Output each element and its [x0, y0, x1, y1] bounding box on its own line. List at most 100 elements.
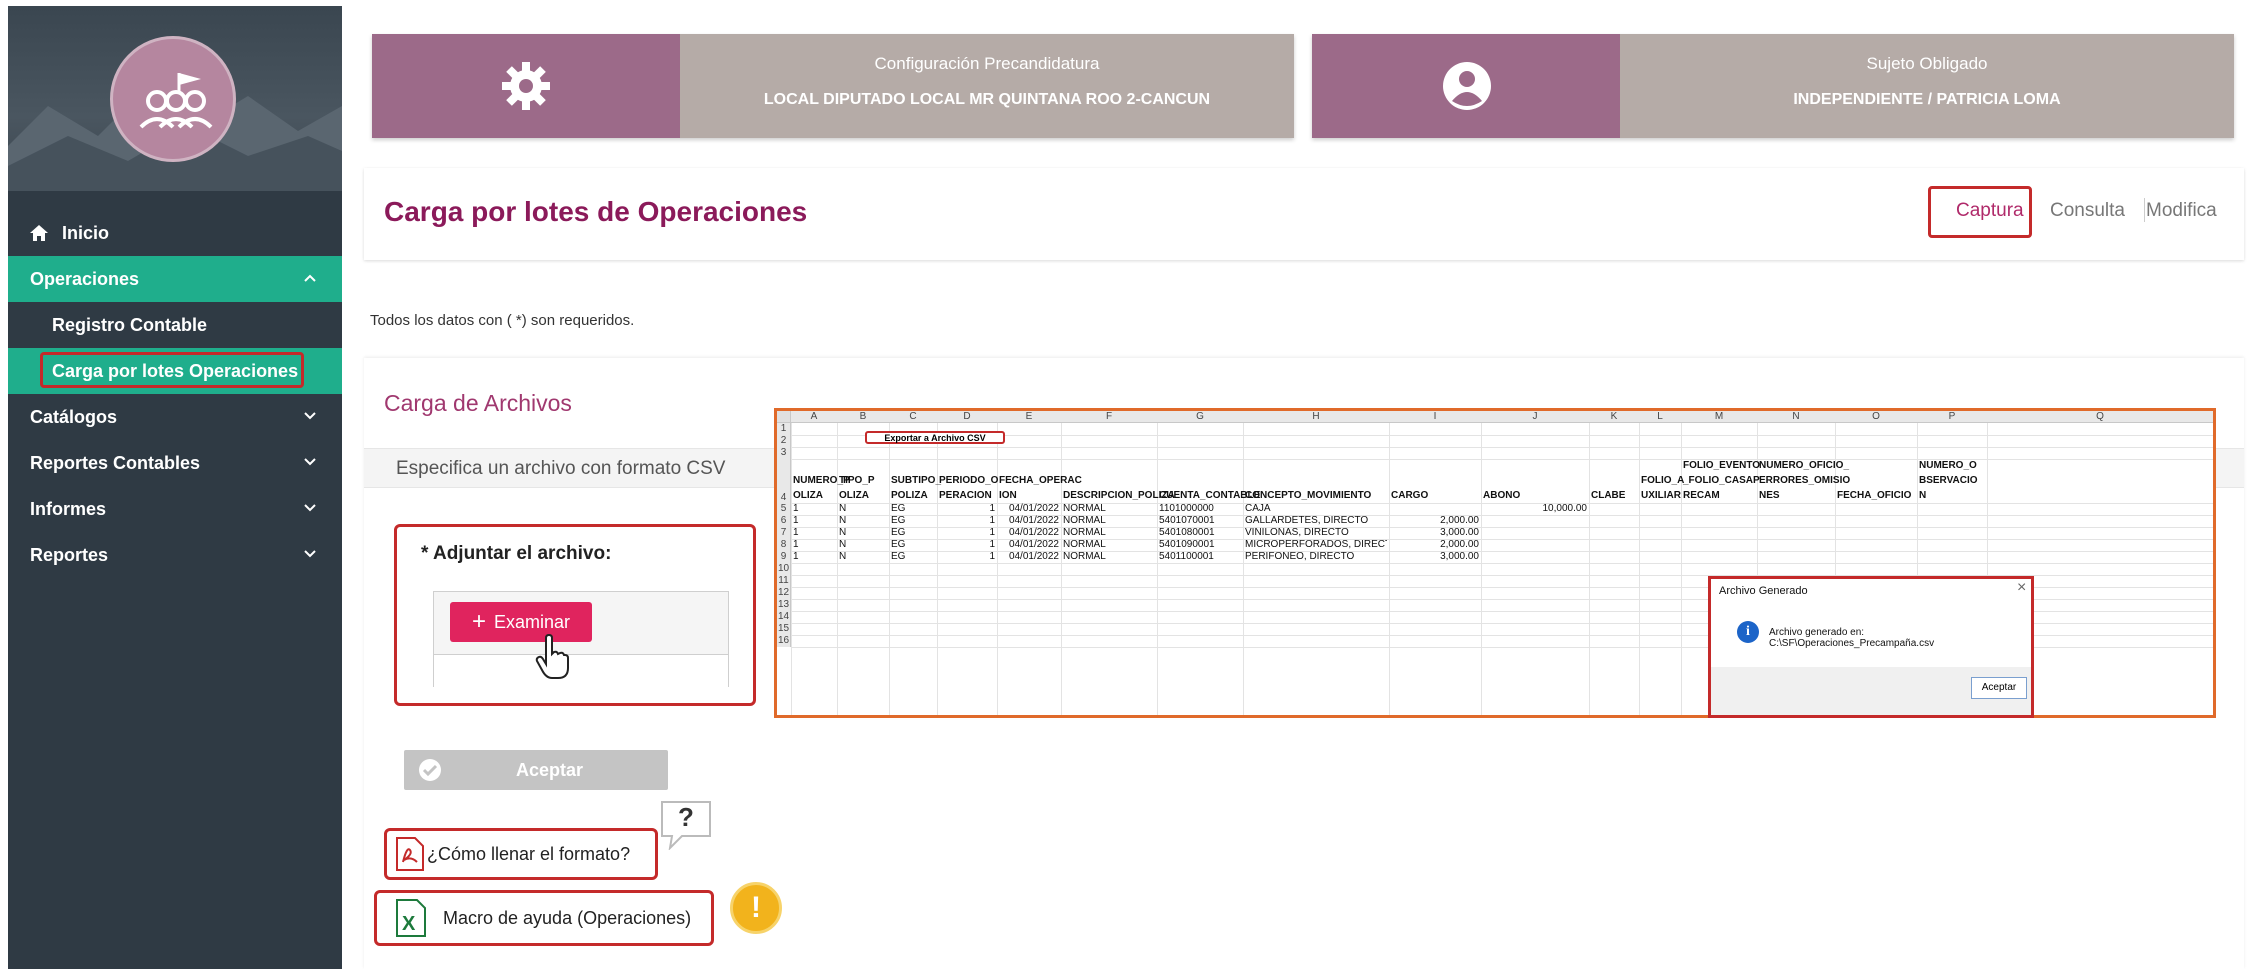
chevron-down-icon [304, 458, 316, 466]
dialog-message: Archivo generado en: C:\SF\Operaciones_P… [1769, 627, 1935, 649]
file-name-field[interactable] [434, 654, 728, 687]
excel-header-cell: CLABE [1591, 488, 1625, 503]
excel-cell: N [839, 539, 847, 550]
excel-cell: NORMAL [1063, 539, 1106, 550]
dialog-aceptar-button[interactable]: Aceptar [1971, 677, 2027, 699]
attach-file-box: * Adjuntar el archivo: + Examinar [394, 524, 756, 706]
excel-cell: 04/01/2022 [1008, 527, 1059, 538]
excel-header-line: CONCEPTO_MOVIMIENTO [1245, 490, 1372, 501]
excel-cell: 2,000.00 [1440, 539, 1479, 550]
excel-header-line: PERIODO_O [939, 475, 999, 486]
excel-header-cell: DESCRIPCION_POLIZA [1063, 488, 1175, 503]
excel-cell: EG [891, 515, 906, 526]
tab-separator [2144, 198, 2145, 222]
excel-gridline [1389, 423, 1390, 715]
excel-row-header: 16 [777, 635, 791, 647]
excel-header-line: NUMERO_O [1919, 460, 1977, 471]
excel-cell: EG [891, 527, 906, 538]
plus-icon: + [471, 608, 486, 635]
export-csv-button[interactable]: Exportar a Archivo CSV [865, 431, 1005, 444]
archivo-generado-dialog: Archivo Generado × i Archivo generado en… [1708, 576, 2034, 718]
chevron-down-icon [304, 550, 316, 558]
macro-link[interactable]: X Macro de ayuda (Operaciones) [374, 890, 714, 946]
excel-cell: EG [891, 503, 906, 514]
excel-column-header: C [889, 411, 937, 423]
excel-header-line: TIPO_P [839, 475, 875, 486]
help-bubble[interactable]: ? [658, 800, 714, 850]
nav-reportes[interactable]: Reportes [8, 532, 342, 578]
nav-informes-label: Informes [30, 498, 107, 519]
logo [110, 36, 236, 162]
excel-cell: 5401070001 [1159, 515, 1215, 526]
nav-inicio-label: Inicio [62, 222, 110, 243]
excel-row-header: 14 [777, 611, 791, 623]
excel-column-header: B [837, 411, 889, 423]
excel-header-cell: CONCEPTO_MOVIMIENTO [1245, 488, 1371, 503]
nav-informes[interactable]: Informes [8, 486, 342, 532]
excel-gridline [997, 423, 998, 715]
excel-cell: 04/01/2022 [1008, 539, 1059, 550]
excel-column-header: P [1917, 411, 1987, 423]
excel-header-line: SUBTIPO_ [891, 475, 942, 486]
sujeto-card: Sujeto Obligado INDEPENDIENTE / PATRICIA… [1312, 34, 2234, 138]
excel-cell: 10,000.00 [1542, 503, 1588, 514]
dialog-close-icon[interactable]: × [2017, 579, 2026, 597]
excel-cell: 5401090001 [1159, 539, 1215, 550]
examinar-label: Examinar [493, 611, 571, 632]
excel-header-cell: PERIODO_O PERACION [939, 473, 998, 503]
excel-column-header: O [1835, 411, 1917, 423]
excel-header-cell: FOLIO_A UXILIAR [1641, 473, 1684, 503]
excel-gridline [1639, 423, 1640, 715]
sidebar: Inicio Operaciones Registro Contable Car… [8, 6, 342, 969]
nav-registro-contable[interactable]: Registro Contable [8, 302, 342, 348]
excel-cell: 1 [989, 515, 995, 526]
user-circle-icon [1443, 62, 1491, 110]
excel-header-line: FOLIO_EVENTO [1683, 460, 1761, 471]
excel-header-line: UXILIAR [1641, 490, 1681, 501]
excel-header-line: NUMERO_OFICIO_ [1759, 460, 1850, 471]
nav-inicio[interactable]: Inicio [8, 210, 342, 256]
excel-gridline [1243, 423, 1244, 715]
excel-row-header: 15 [777, 623, 791, 635]
question-mark: ? [678, 802, 694, 832]
chevron-up-icon [304, 274, 316, 282]
page-title: Carga por lotes de Operaciones [384, 196, 808, 227]
home-icon [30, 225, 48, 241]
excel-row-header: 2 [777, 435, 791, 447]
nav-operaciones[interactable]: Operaciones [8, 256, 342, 302]
excel-cell: N [839, 527, 847, 538]
excel-row-header: 1 [777, 423, 791, 435]
excel-header-line: OLIZA [839, 490, 869, 501]
nav-catalogos[interactable]: Catálogos [8, 394, 342, 440]
how-to-label: ¿Cómo llenar el formato? [427, 843, 631, 864]
excel-gridline [837, 423, 838, 715]
excel-cell: CAJA [1245, 503, 1271, 514]
excel-header-cell: FOLIO_EVENTO _FOLIO_CASAP RECAM [1683, 458, 1760, 503]
panel-subtitle: Especifica un archivo con formato CSV [396, 458, 726, 479]
excel-row-header: 11 [777, 575, 791, 587]
excel-gridline [889, 423, 890, 715]
excel-cell: NORMAL [1063, 515, 1106, 526]
chevron-down-icon [304, 504, 316, 512]
excel-cell: NORMAL [1063, 551, 1106, 562]
excel-gridline [937, 423, 938, 715]
dialog-title: Archivo Generado [1719, 585, 1808, 597]
aceptar-button[interactable]: Aceptar [404, 750, 668, 790]
excel-gridline [1681, 423, 1682, 715]
tab-modifica[interactable]: Modifica [2146, 200, 2217, 222]
excel-row-header: 9 [777, 551, 791, 563]
excel-header-line: DESCRIPCION_POLIZA [1063, 490, 1175, 501]
nav-reportes-contables[interactable]: Reportes Contables [8, 440, 342, 486]
excel-header-line: _FOLIO_CASAP [1683, 475, 1760, 486]
excel-header-line: PERACION [939, 490, 992, 501]
excel-cell: N [839, 515, 847, 526]
tab-consulta[interactable]: Consulta [2050, 200, 2125, 222]
warning-icon: ! [730, 882, 782, 934]
highlight-captura [1928, 186, 2032, 238]
nav-reportes-contables-label: Reportes Contables [30, 452, 201, 473]
how-to-link[interactable]: ¿Cómo llenar el formato? [384, 828, 658, 880]
excel-cell: 04/01/2022 [1008, 551, 1059, 562]
sujeto-card-text: Sujeto Obligado INDEPENDIENTE / PATRICIA… [1620, 34, 2234, 138]
config-card-text: Configuración Precandidatura LOCAL DIPUT… [680, 34, 1294, 138]
excel-cell: VINILONAS, DIRECTO [1245, 527, 1349, 538]
